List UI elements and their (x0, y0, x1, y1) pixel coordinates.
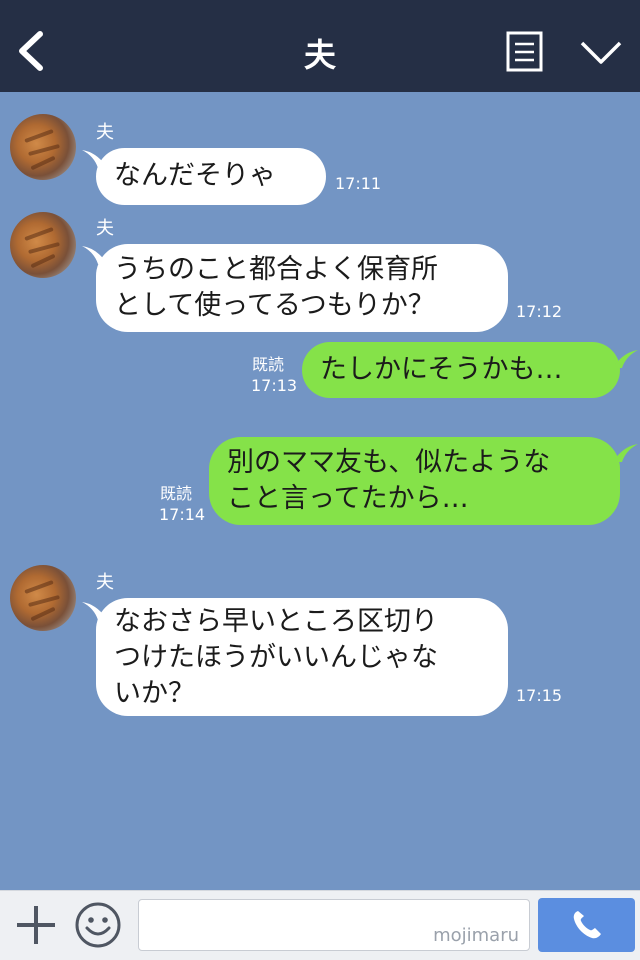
chat-header: 夫 (0, 0, 640, 92)
read-receipt: 既読 (252, 355, 285, 374)
message-text-line: 別のママ友も、似たような (227, 447, 551, 478)
message-time: 17:12 (516, 302, 563, 321)
message-input[interactable]: mojimaru (138, 899, 530, 951)
dropdown-icon[interactable] (580, 40, 622, 66)
chat-title: 夫 (303, 36, 336, 74)
phone-icon (573, 911, 601, 939)
message-bubble-outgoing[interactable]: たしかにそうかも… (302, 342, 620, 398)
read-receipt: 既読 (160, 484, 193, 503)
call-button[interactable] (538, 898, 635, 952)
message-text-line: うちのこと都合よく保育所 (114, 254, 438, 285)
message-text-line: いか？ (114, 678, 195, 709)
plus-icon[interactable] (14, 903, 58, 947)
sender-name: 夫 (96, 122, 114, 143)
bubble-tail (614, 444, 638, 462)
avatar[interactable] (10, 212, 76, 278)
message-bubble-outgoing[interactable]: 別のママ友も、似たような こと言ってたから… (209, 437, 620, 525)
message-bubble-incoming[interactable]: うちのこと都合よく保育所 として使ってるつもりか？ (96, 244, 508, 332)
message-text-line: なおさら早いところ区切り (114, 606, 438, 637)
emoji-icon[interactable] (74, 901, 122, 949)
message-time: 17:13 (251, 376, 298, 395)
bubble-tail (614, 350, 638, 368)
message-text-line: として使ってるつもりか？ (114, 290, 435, 321)
watermark: mojimaru (433, 925, 519, 946)
message-time: 17:14 (159, 505, 206, 524)
sender-name: 夫 (96, 572, 114, 593)
avatar[interactable] (10, 565, 76, 631)
message-bubble-incoming[interactable]: なおさら早いところ区切り つけたほうがいいんじゃな いか？ (96, 598, 508, 716)
input-bar: mojimaru (0, 890, 640, 960)
message-text-line: こと言ってたから… (227, 483, 469, 514)
chat-area[interactable]: 夫 なんだそりゃ 17:11 夫 うちのこと都合よく保育所 として使ってるつもり… (0, 92, 640, 890)
message-time: 17:15 (516, 686, 563, 705)
avatar[interactable] (10, 114, 76, 180)
sender-name: 夫 (96, 218, 114, 239)
message-text-line: つけたほうがいいんじゃな (114, 642, 438, 673)
message-text: なんだそりゃ (114, 160, 276, 191)
message-text: たしかにそうかも… (320, 354, 563, 385)
message-bubble-incoming[interactable]: なんだそりゃ (96, 148, 326, 205)
menu-icon[interactable] (506, 31, 543, 72)
message-time: 17:11 (335, 174, 382, 193)
